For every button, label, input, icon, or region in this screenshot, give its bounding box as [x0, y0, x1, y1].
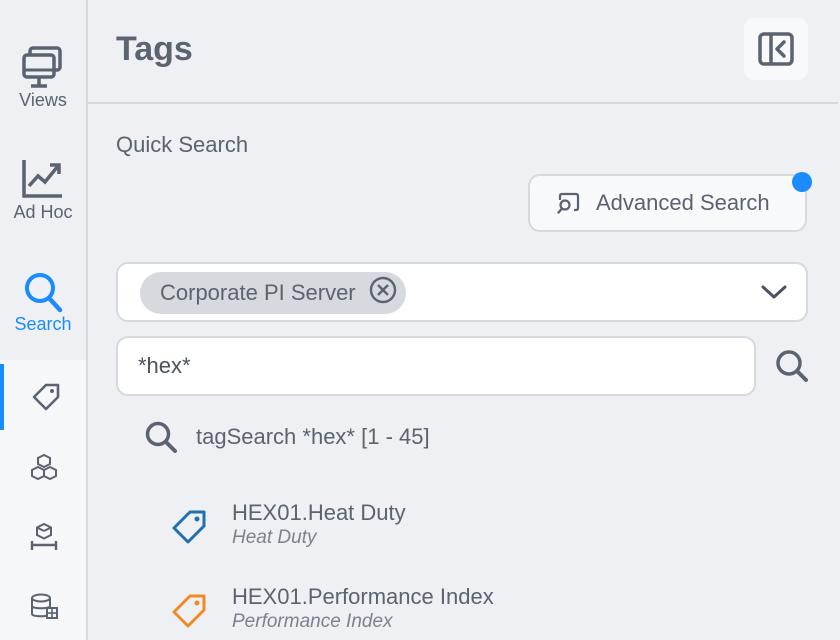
rail-label-ad-hoc: Ad Hoc	[13, 202, 73, 222]
advanced-search-icon	[557, 192, 580, 214]
submenu-data-sources[interactable]	[2, 574, 86, 640]
search-summary: tagSearch *hex* [1 - 45]	[144, 420, 430, 454]
chevron-down-icon[interactable]	[760, 282, 788, 302]
monitor-icon	[22, 46, 62, 88]
tag-icon	[172, 594, 206, 628]
search-icon	[776, 350, 808, 382]
server-chip: Corporate PI Server	[140, 272, 406, 314]
search-summary-text: tagSearch *hex* [1 - 45]	[196, 424, 430, 449]
result-name: HEX01.Heat Duty	[232, 500, 406, 525]
cubes-icon	[31, 453, 57, 481]
search-icon	[25, 273, 63, 313]
submenu-tags[interactable]	[0, 364, 88, 430]
panel-header: Tags	[88, 0, 838, 104]
tag-icon	[172, 510, 206, 544]
remove-server-button[interactable]	[368, 275, 398, 311]
list-item[interactable]: HEX01.Heat Duty Heat Duty	[170, 500, 406, 550]
advanced-search-label: Advanced Search	[596, 190, 770, 215]
rail-item-views[interactable]: Views	[0, 44, 86, 111]
search-input[interactable]	[116, 336, 756, 396]
quick-search-label: Quick Search	[116, 132, 249, 157]
collapse-panel-icon	[758, 32, 794, 66]
rail-label-views: Views	[19, 90, 67, 110]
trend-chart-icon	[22, 160, 62, 198]
asset-box-icon	[30, 522, 58, 550]
page-title: Tags	[116, 30, 193, 68]
result-description: Performance Index	[232, 611, 393, 632]
tags-panel: Tags Quick Search Advanced Search Corpor…	[88, 0, 840, 640]
search-icon	[145, 421, 177, 453]
submenu-assets[interactable]	[2, 434, 86, 500]
search-button[interactable]	[772, 346, 812, 386]
close-circle-icon	[369, 276, 396, 304]
tag-icon	[32, 383, 60, 411]
server-chip-label: Corporate PI Server	[160, 280, 356, 305]
notification-dot	[792, 172, 812, 192]
result-name: HEX01.Performance Index	[232, 584, 494, 609]
rail-label-search: Search	[14, 314, 72, 334]
rail-item-ad-hoc[interactable]: Ad Hoc	[0, 158, 86, 223]
list-item[interactable]: HEX01.Performance Index Performance Inde…	[170, 584, 494, 634]
rail-item-search[interactable]: Search	[0, 270, 86, 335]
advanced-search-button[interactable]: Advanced Search	[528, 174, 807, 232]
nav-rail: Views Ad Hoc Search	[0, 0, 88, 640]
search-submenu	[0, 360, 86, 640]
server-select[interactable]: Corporate PI Server	[116, 262, 808, 322]
submenu-asset-templates[interactable]	[2, 504, 86, 570]
result-description: Heat Duty	[232, 527, 317, 548]
collapse-panel-button[interactable]	[744, 18, 808, 80]
database-icon	[31, 593, 58, 619]
